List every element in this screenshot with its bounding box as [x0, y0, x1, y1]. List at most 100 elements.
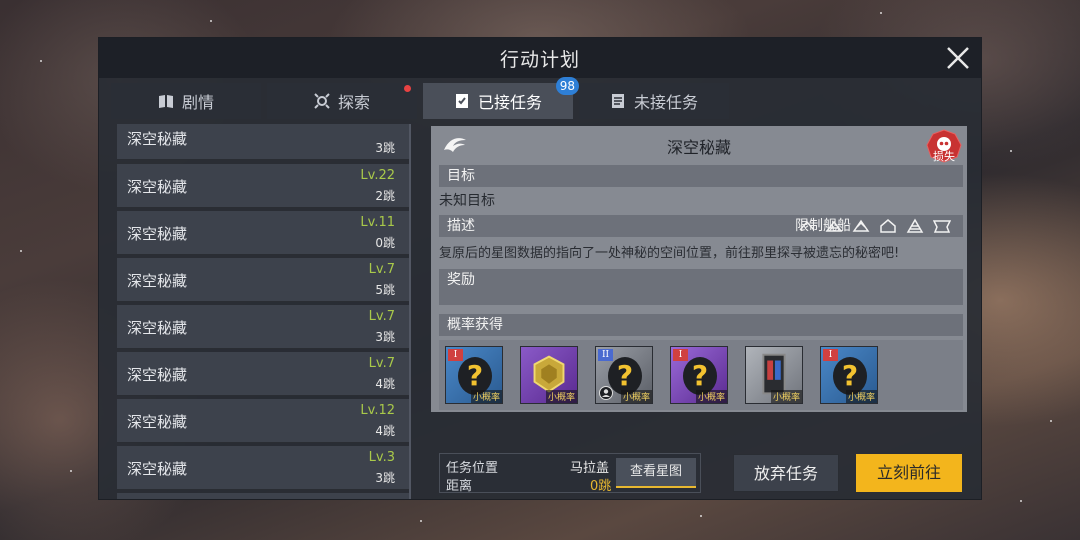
abandon-mission-button[interactable]: 放弃任务 [733, 454, 839, 492]
reward-section-header: 奖励 [439, 269, 963, 291]
mission-name: 深空秘藏 [127, 319, 188, 337]
mission-jumps: 4跳 [375, 377, 395, 391]
action-plan-window: 行动计划 剧情 探索 已接任务 98 未接任务 深空秘藏 3跳 深空秘藏 Lv.… [98, 37, 982, 500]
frigate-class-icon [799, 220, 815, 231]
mission-list-item[interactable]: 深空秘藏 Lv.3 3跳 [117, 446, 409, 490]
tab-label: 探索 [337, 93, 370, 112]
reward-item[interactable]: 小概率 [745, 346, 803, 404]
mission-jumps: 3跳 [375, 330, 395, 344]
reward-header: 奖励 [447, 272, 475, 288]
mission-jumps: 3跳 [375, 471, 395, 485]
mission-level: Lv.12 [360, 403, 395, 418]
document-icon [611, 94, 624, 108]
cruiser-class-icon [852, 219, 870, 232]
mission-name: 深空秘藏 [127, 460, 188, 478]
mission-detail-panel: 深空秘藏 损失 目标 未知目标 描述 限制舰船 复原后的星图数据的指向了一处神秘… [431, 126, 967, 412]
battleship-class-icon [933, 220, 951, 233]
mission-level: Lv.7 [368, 262, 395, 277]
radar-icon [314, 93, 330, 109]
mission-name: 深空秘藏 [127, 366, 188, 384]
lost-badge: 损失 [925, 128, 963, 166]
location-label: 任务位置 [446, 461, 499, 476]
pilot-icon [599, 386, 613, 400]
mission-list-item[interactable]: 深空秘藏 Lv.12 4跳 [117, 399, 409, 443]
mission-name: 深空秘藏 [127, 272, 188, 290]
mission-name: 深空秘藏 [127, 225, 188, 243]
mission-list-item[interactable]: 深空秘藏 Lv.22 2跳 [117, 164, 409, 208]
chance-header: 概率获得 [447, 317, 503, 333]
tab-label: 已接任务 [477, 93, 542, 112]
carrier-class-icon [906, 218, 924, 233]
target-section-header: 目标 [439, 165, 963, 187]
window-title: 行动计划 [499, 48, 580, 71]
title-bar: 行动计划 [99, 38, 981, 78]
tab-label: 剧情 [181, 93, 214, 112]
mission-level: Lv.11 [360, 215, 395, 230]
reward-item[interactable]: ? II 小概率 [595, 346, 653, 404]
reward-item[interactable]: ? I 小概率 [820, 346, 878, 404]
mission-name: 深空秘藏 [127, 130, 188, 148]
chance-label: 小概率 [770, 390, 802, 403]
tab-accepted-missions[interactable]: 已接任务 98 [423, 77, 579, 119]
view-star-map-button[interactable]: 查看星图 [616, 458, 696, 488]
chance-label: 小概率 [620, 390, 652, 403]
notification-dot [404, 85, 411, 92]
chance-section-header: 概率获得 [439, 314, 963, 336]
mission-name: 深空秘藏 [127, 413, 188, 431]
tab-label: 未接任务 [633, 93, 698, 112]
tier-badge: I [673, 349, 688, 361]
mission-list-item[interactable]: 深空秘藏 3跳 [117, 124, 409, 160]
description-text: 复原后的星图数据的指向了一处神秘的空间位置，前往那里探寻被遗忘的秘密吧! [439, 246, 900, 261]
mission-jumps: 0跳 [375, 236, 395, 250]
book-icon [158, 95, 173, 108]
destroyer-class-icon [825, 220, 843, 232]
checklist-icon [455, 94, 468, 108]
close-button[interactable] [943, 43, 973, 73]
description-section-header: 描述 限制舰船 [439, 215, 963, 237]
tab-bar: 剧情 探索 已接任务 98 未接任务 [111, 77, 735, 119]
battlecruiser-class-icon [880, 219, 896, 233]
mission-list-item[interactable]: 深空秘藏 Lv.7 5跳 [117, 258, 409, 302]
go-now-button[interactable]: 立刻前往 [856, 454, 962, 492]
reward-item[interactable]: ? I 小概率 [445, 346, 503, 404]
chance-label: 小概率 [470, 390, 502, 403]
reward-list [439, 291, 963, 305]
description-header: 描述 [447, 218, 475, 234]
mission-title: 深空秘藏 [666, 138, 731, 157]
tab-explore[interactable]: 探索 [267, 83, 417, 119]
ship-class-icons [789, 218, 951, 234]
distance-label: 距离 [446, 479, 473, 494]
mission-location-box: 任务位置 马拉盖 距离 0跳 查看星图 [439, 453, 701, 494]
tier-badge: I [448, 349, 463, 361]
mission-level: Lv.7 [368, 356, 395, 371]
chance-item-list: ? I 小概率 小概率 ? II 小概率 ? I 小概率 小概率 ? I 小概率 [439, 340, 963, 410]
faction-wing-icon [444, 138, 466, 152]
mission-list-item[interactable]: 深空秘藏 Lv.7 3跳 [117, 305, 409, 349]
target-header: 目标 [447, 168, 475, 184]
reward-item[interactable]: 小概率 [520, 346, 578, 404]
lost-label: 损失 [933, 150, 955, 163]
chance-label: 小概率 [695, 390, 727, 403]
detail-header: 深空秘藏 损失 [431, 126, 967, 166]
mission-list-item[interactable] [117, 493, 409, 499]
mission-jumps: 4跳 [375, 424, 395, 438]
mission-jumps: 5跳 [375, 283, 395, 297]
tab-available-missions[interactable]: 未接任务 [579, 83, 729, 119]
chance-label: 小概率 [845, 390, 877, 403]
mission-name: 深空秘藏 [127, 178, 188, 196]
mission-level: Lv.7 [368, 309, 395, 324]
mission-list-item[interactable]: 深空秘藏 Lv.7 4跳 [117, 352, 409, 396]
mission-jumps: 3跳 [375, 141, 395, 155]
reward-item[interactable]: ? I 小概率 [670, 346, 728, 404]
distance-value: 0跳 [590, 479, 612, 494]
mission-level: Lv.3 [368, 450, 395, 465]
tab-story[interactable]: 剧情 [111, 83, 261, 119]
chance-label: 小概率 [545, 390, 577, 403]
mission-list[interactable]: 深空秘藏 3跳 深空秘藏 Lv.22 2跳 深空秘藏 Lv.11 0跳 深空秘藏… [103, 124, 411, 499]
mission-jumps: 2跳 [375, 189, 395, 203]
tier-badge: I [823, 349, 838, 361]
mission-level: Lv.22 [360, 168, 395, 183]
mission-list-item[interactable]: 深空秘藏 Lv.11 0跳 [117, 211, 409, 255]
tier-badge: II [598, 349, 613, 361]
target-text: 未知目标 [439, 193, 495, 209]
